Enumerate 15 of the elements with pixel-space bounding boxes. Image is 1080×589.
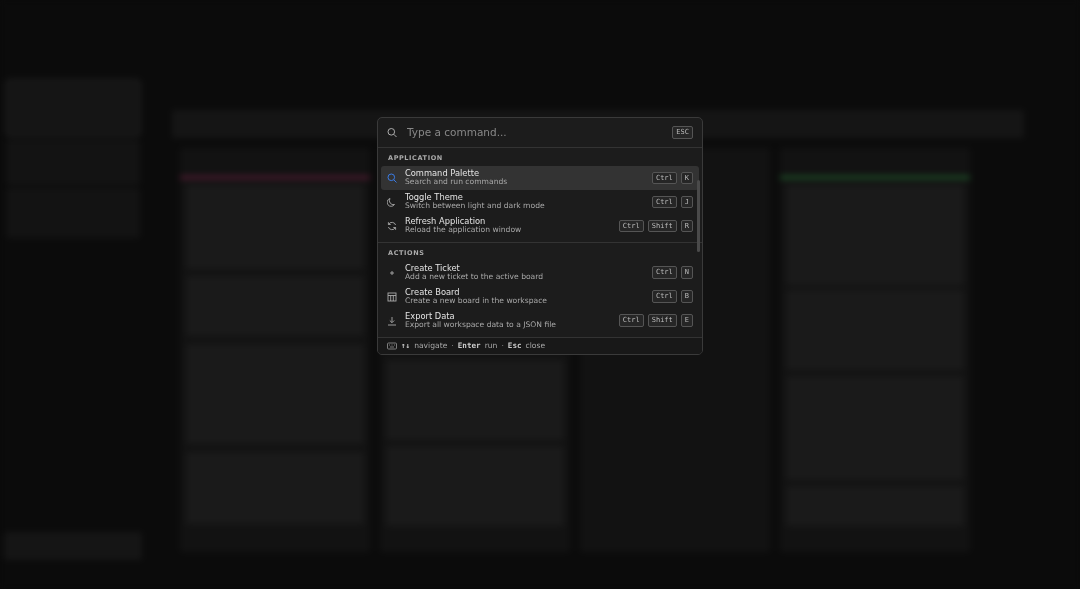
scrollbar-thumb — [697, 180, 700, 252]
command-title: Refresh Application — [405, 217, 486, 227]
search-icon — [387, 127, 397, 138]
search-icon — [387, 172, 397, 183]
refresh-icon — [387, 220, 397, 231]
board-icon — [387, 291, 397, 302]
search-field[interactable]: Type a command... — [405, 123, 665, 142]
command-title: Export Data — [405, 311, 455, 321]
download-icon — [387, 315, 397, 326]
moon-icon — [387, 196, 397, 207]
command-title: Create Board — [405, 287, 461, 297]
command-title: Command Palette — [405, 169, 480, 178]
keyboard-icon — [387, 340, 397, 351]
command-title: Create Ticket — [405, 263, 461, 273]
command-title: Toggle Theme — [405, 193, 463, 203]
